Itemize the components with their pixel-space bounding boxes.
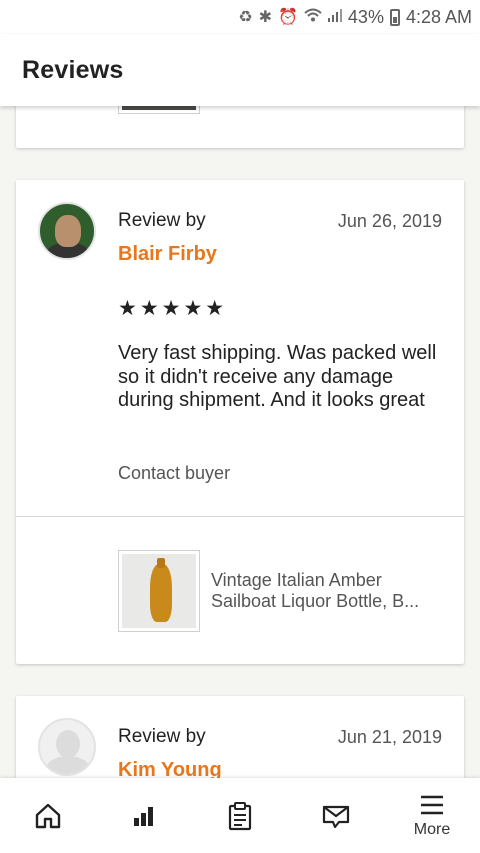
product-title-link[interactable]: Vintage Italian Amber Sailboat Liquor Bo… xyxy=(211,570,451,612)
product-thumbnail[interactable] xyxy=(118,550,200,632)
avatar[interactable] xyxy=(38,718,96,776)
page-title: Reviews xyxy=(22,55,124,84)
battery-percent: 43% xyxy=(347,6,384,27)
nav-more[interactable]: More xyxy=(392,781,472,851)
bottom-nav: More xyxy=(0,778,480,853)
battery-icon xyxy=(389,8,400,26)
bottle-image xyxy=(150,558,172,622)
review-card-previous xyxy=(16,106,464,148)
signal-icon xyxy=(327,8,342,27)
reviewer-name[interactable]: Kim Young xyxy=(118,759,222,778)
messages-icon xyxy=(322,805,350,828)
home-icon xyxy=(35,803,61,828)
review-date: Jun 21, 2019 xyxy=(337,727,442,747)
nav-messages[interactable] xyxy=(296,781,376,851)
avatar[interactable] xyxy=(38,202,96,260)
clock-time: 4:28 AM xyxy=(405,6,472,27)
review-by-label: Review by xyxy=(118,726,206,747)
nav-home[interactable] xyxy=(8,781,88,851)
reviewer-name[interactable]: Blair Firby xyxy=(118,243,217,266)
status-bar: ♻ ✱ ⏰ 43% 4:28 AM xyxy=(0,0,480,34)
nav-more-label: More xyxy=(413,820,451,838)
wifi-icon xyxy=(304,8,322,27)
star-rating: ★★★★★ xyxy=(118,297,228,320)
review-date: Jun 26, 2019 xyxy=(337,211,442,231)
recycle-icon: ♻ xyxy=(238,9,253,26)
product-thumbnail[interactable] xyxy=(118,106,200,114)
alarm-icon: ⏰ xyxy=(278,9,298,26)
nav-orders[interactable] xyxy=(200,781,280,851)
reviews-list[interactable]: Review by Blair Firby Jun 26, 2019 ★★★★★… xyxy=(0,106,480,778)
stats-icon xyxy=(134,806,153,826)
app-bar: Reviews xyxy=(0,34,480,106)
orders-icon xyxy=(228,801,252,830)
review-card: Review by Kim Young Jun 21, 2019 xyxy=(16,696,464,778)
contact-buyer-link[interactable]: Contact buyer xyxy=(118,463,230,484)
review-card: Review by Blair Firby Jun 26, 2019 ★★★★★… xyxy=(16,180,464,664)
menu-icon xyxy=(421,795,443,814)
bluetooth-icon: ✱ xyxy=(258,9,272,26)
nav-stats[interactable] xyxy=(104,781,184,851)
divider xyxy=(16,516,464,517)
review-by-label: Review by xyxy=(118,210,206,231)
review-text: Very fast shipping. Was packed well so i… xyxy=(118,342,437,411)
